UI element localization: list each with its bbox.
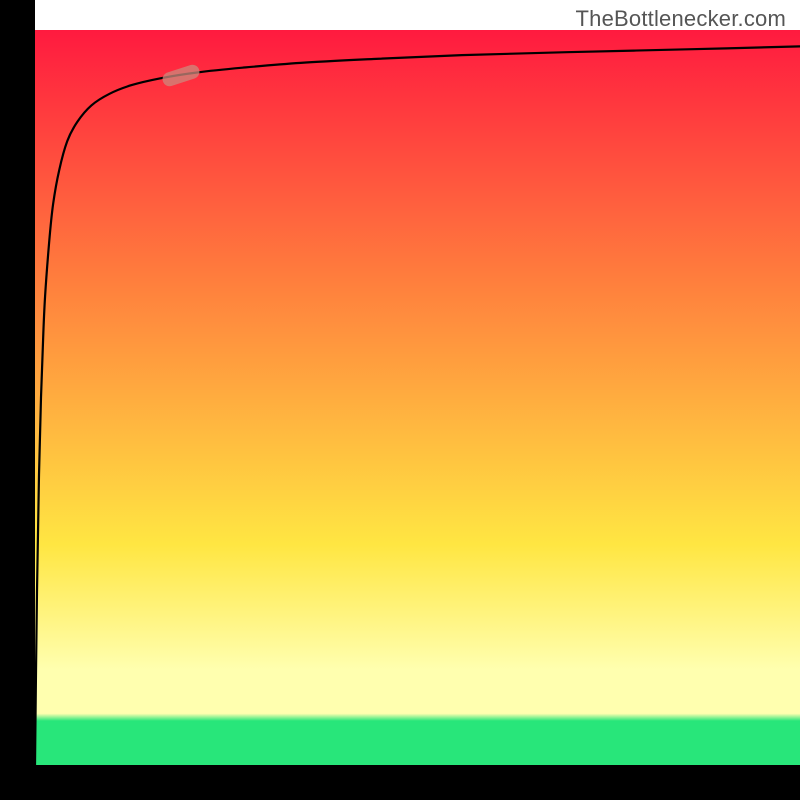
chart-frame: TheBottlenecker.com <box>0 0 800 800</box>
gradient-background <box>35 30 800 765</box>
chart-svg <box>0 0 800 800</box>
y-axis-band <box>0 0 35 800</box>
watermark-label: TheBottlenecker.com <box>576 6 786 32</box>
x-axis-band <box>0 765 800 800</box>
